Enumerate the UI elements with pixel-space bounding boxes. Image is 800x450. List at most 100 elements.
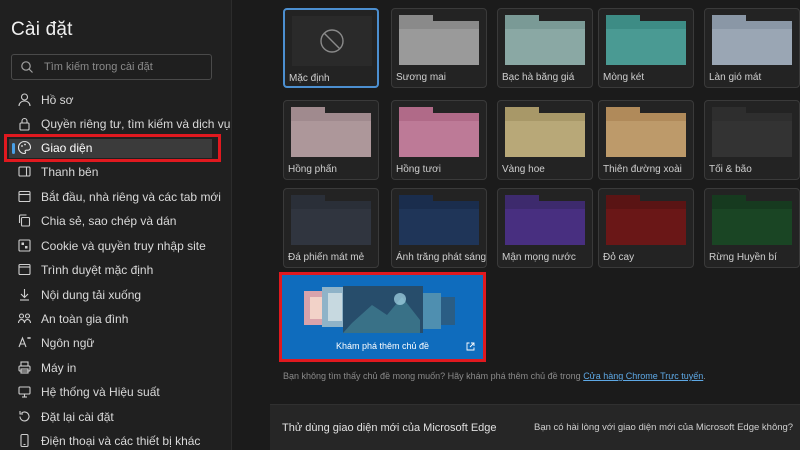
sidebar-item-reset[interactable]: Đặt lại cài đặt xyxy=(0,405,232,429)
theme-tile[interactable]: Hồng tươi xyxy=(391,100,487,180)
chrome-web-store-link[interactable]: Cửa hàng Chrome Trực tuyến xyxy=(583,371,703,381)
sidebar-item-label: Thanh bên xyxy=(41,165,99,179)
theme-name: Vàng hoe xyxy=(502,164,545,175)
theme-preview xyxy=(606,15,686,65)
theme-tile[interactable]: Bạc hà băng giá xyxy=(497,8,593,88)
theme-preview xyxy=(399,195,479,245)
search-settings-input[interactable]: Tìm kiếm trong cài đặt xyxy=(11,54,212,80)
no-theme-icon xyxy=(292,16,372,66)
preview-page xyxy=(505,29,585,65)
theme-tile[interactable]: Rừng Huyền bí xyxy=(704,188,800,268)
theme-name: Làn gió mát xyxy=(709,72,762,83)
sidebar-item-start-home[interactable]: Bắt đầu, nhà riêng và các tab mới xyxy=(0,185,232,209)
theme-tile[interactable]: Ánh trăng phát sáng xyxy=(391,188,487,268)
sidebar-item-sidebar[interactable]: Thanh bên xyxy=(0,160,232,184)
try-new-title: Thử dùng giao diện mới của Microsoft Edg… xyxy=(282,422,497,434)
language-icon xyxy=(18,336,31,348)
theme-preview xyxy=(292,16,372,66)
theme-name: Mòng két xyxy=(603,72,645,83)
cookie-icon xyxy=(18,239,31,252)
theme-tile[interactable]: Sương mai xyxy=(391,8,487,88)
feedback-question: Bạn có hài lòng với giao diện mới của Mi… xyxy=(534,422,794,433)
sidebar-item-label: Hồ sơ xyxy=(41,93,74,107)
try-new-appearance-card: Thử dùng giao diện mới của Microsoft Edg… xyxy=(270,404,800,450)
theme-preview xyxy=(399,107,479,157)
theme-name: Ánh trăng phát sáng xyxy=(396,252,487,263)
theme-tile[interactable]: Mòng két xyxy=(598,8,694,88)
family-icon xyxy=(17,313,32,324)
sidebar-item-label: Giao diện xyxy=(41,141,93,155)
theme-preview xyxy=(505,15,585,65)
theme-hint-text: Bạn không tìm thấy chủ đề mong muốn? Hãy… xyxy=(283,371,706,381)
sidebar-item-label: Cookie và quyền truy nhập site xyxy=(41,239,206,253)
preview-toolbar xyxy=(505,201,585,209)
sidebar-item-profile[interactable]: Hồ sơ xyxy=(0,88,232,112)
theme-name: Đỏ cay xyxy=(603,252,635,263)
theme-tile[interactable]: Thiên đường xoài xyxy=(598,100,694,180)
power-icon xyxy=(18,190,31,203)
sidebar-item-share[interactable]: Chia sẻ, sao chép và dán xyxy=(0,209,232,233)
theme-name: Hồng tươi xyxy=(396,164,441,175)
sidebar-item-system[interactable]: Hệ thống và Hiệu suất xyxy=(0,380,232,404)
preview-toolbar xyxy=(712,21,792,29)
sidebar-item-appearance[interactable]: Giao diện xyxy=(0,136,232,160)
theme-name: Mặc định xyxy=(289,73,330,84)
theme-tile[interactable]: Mặc định xyxy=(283,8,379,88)
theme-tile[interactable]: Làn gió mát xyxy=(704,8,800,88)
preview-page xyxy=(606,29,686,65)
theme-tile[interactable]: Mận mọng nước xyxy=(497,188,593,268)
preview-page xyxy=(606,121,686,157)
sidebar-item-label: Chia sẻ, sao chép và dán xyxy=(41,214,177,228)
palette-icon xyxy=(17,140,32,155)
theme-name: Đá phiến mát mẻ xyxy=(288,252,365,263)
theme-tile[interactable]: Đá phiến mát mẻ xyxy=(283,188,379,268)
settings-sidebar: Cài đặt Tìm kiếm trong cài đặt Hồ sơ Quy… xyxy=(0,0,232,450)
preview-page xyxy=(606,209,686,245)
theme-name: Sương mai xyxy=(396,72,446,83)
theme-tile[interactable]: Đỏ cay xyxy=(598,188,694,268)
sidebar-item-default-browser[interactable]: Trình duyệt mặc định xyxy=(0,258,232,282)
preview-page xyxy=(399,121,479,157)
sidebar-item-label: Điện thoại và các thiết bị khác xyxy=(41,434,201,448)
preview-toolbar xyxy=(712,113,792,121)
theme-preview xyxy=(399,15,479,65)
sidebar-item-label: Hệ thống và Hiệu suất xyxy=(41,385,160,399)
theme-collage-image xyxy=(304,286,455,333)
share-icon xyxy=(18,214,31,227)
preview-page xyxy=(712,121,792,157)
preview-page xyxy=(291,209,371,245)
sidebar-item-label: Máy in xyxy=(41,361,77,375)
sidebar-item-phone[interactable]: Điện thoại và các thiết bị khác xyxy=(0,429,232,450)
sidebar-item-downloads[interactable]: Nội dung tải xuống xyxy=(0,283,232,307)
sidebar-item-privacy[interactable]: Quyền riêng tư, tìm kiếm và dịch vụ xyxy=(0,112,232,136)
preview-page xyxy=(712,209,792,245)
sidebar-item-printers[interactable]: Máy in xyxy=(0,356,232,380)
sidebar-item-label: Đặt lại cài đặt xyxy=(41,410,114,424)
sidebar-item-family-safety[interactable]: An toàn gia đình xyxy=(0,307,232,331)
theme-tile[interactable]: Tối & bão xyxy=(704,100,800,180)
theme-preview xyxy=(606,107,686,157)
sidebar-item-cookies[interactable]: Cookie và quyền truy nhập site xyxy=(0,234,232,258)
preview-toolbar xyxy=(399,21,479,29)
preview-toolbar xyxy=(712,201,792,209)
profile-icon xyxy=(18,93,31,107)
theme-preview xyxy=(712,195,792,245)
search-placeholder: Tìm kiếm trong cài đặt xyxy=(44,61,153,73)
theme-tile[interactable]: Hồng phấn xyxy=(283,100,379,180)
sidebar-item-languages[interactable]: Ngôn ngữ xyxy=(0,331,232,355)
theme-preview xyxy=(291,195,371,245)
theme-preview xyxy=(712,107,792,157)
download-icon xyxy=(20,289,29,301)
preview-page xyxy=(505,121,585,157)
theme-name: Thiên đường xoài xyxy=(603,164,682,175)
theme-preview xyxy=(505,195,585,245)
theme-tile[interactable]: Vàng hoe xyxy=(497,100,593,180)
sidebar-item-label: Quyền riêng tư, tìm kiếm và dịch vụ xyxy=(41,117,231,131)
sidebar-item-label: An toàn gia đình xyxy=(41,312,129,326)
reset-icon xyxy=(19,411,30,422)
browser-icon xyxy=(18,263,31,276)
sidebar-item-label: Nội dung tải xuống xyxy=(41,288,142,302)
theme-name: Rừng Huyền bí xyxy=(709,252,777,263)
explore-more-themes-button[interactable]: Khám phá thêm chủ đề xyxy=(279,272,486,362)
explore-caption: Khám phá thêm chủ đề xyxy=(335,341,430,351)
